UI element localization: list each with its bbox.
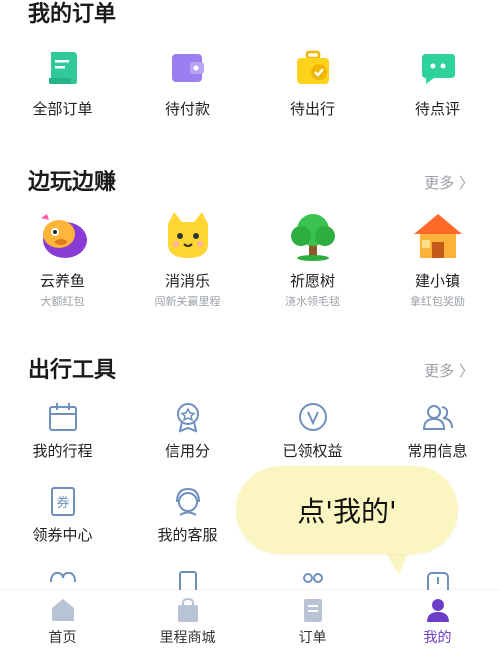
order-item-unpaid[interactable]: 待付款 — [125, 44, 250, 119]
earn-item-tree[interactable]: 祈愿树 浇水领毛毯 — [250, 208, 375, 309]
earn-item-sub: 大额红包 — [40, 295, 85, 308]
order-item-review[interactable]: 待点评 — [375, 44, 500, 119]
earn-item-sub: 浇水领毛毯 — [285, 295, 340, 308]
tab-mine[interactable]: 我的 — [375, 590, 500, 652]
document-icon — [39, 44, 87, 92]
earn-section-title: 边玩边赚 — [28, 170, 117, 195]
earn-item-label: 祈愿树 — [289, 272, 335, 290]
tab-label: 我的 — [423, 630, 452, 646]
fish-icon — [35, 208, 91, 264]
earn-item-label: 云养鱼 — [39, 272, 85, 290]
tool-item-itinerary[interactable]: 我的行程 — [0, 400, 125, 461]
earn-more-link[interactable]: 更多 〉 — [424, 172, 474, 193]
chat-bubble-icon — [414, 44, 462, 92]
shopping-bag-icon — [177, 597, 198, 622]
tab-mall[interactable]: 里程商城 — [125, 590, 250, 652]
svg-text:券: 券 — [56, 495, 69, 511]
tools-grid-row1: 我的行程 信用分 已领权益 常用信息 — [0, 400, 500, 461]
order-list-icon — [303, 599, 322, 622]
tab-home[interactable]: 首页 — [0, 590, 125, 652]
coupon-icon: 券 — [50, 487, 75, 516]
order-item-label: 待出行 — [289, 100, 335, 118]
headset-icon — [175, 487, 200, 516]
tool-item-service[interactable]: 我的客服 — [125, 484, 250, 545]
order-item-upcoming[interactable]: 待出行 — [250, 44, 375, 119]
earn-grid: 云养鱼 大额红包 消消乐 闯新关赢里程 祈愿树 浇水领毛毯 建小镇 拿红包奖励 — [0, 208, 500, 309]
medal-icon — [176, 403, 199, 433]
tool-item-label: 领券中心 — [32, 526, 93, 544]
earn-item-label: 建小镇 — [414, 272, 460, 290]
order-item-all[interactable]: 全部订单 — [0, 44, 125, 119]
suitcase-check-icon — [289, 44, 337, 92]
tooltip-bubble: 点'我的' — [236, 466, 458, 554]
user-icon — [426, 599, 449, 622]
v-badge-icon — [298, 403, 327, 431]
order-item-label: 全部订单 — [32, 100, 93, 118]
order-item-label: 待点评 — [414, 100, 460, 118]
calendar-icon — [48, 403, 77, 431]
earn-item-sub: 闯新关赢里程 — [154, 295, 221, 308]
contacts-icon — [422, 405, 453, 430]
tool-item-credit[interactable]: 信用分 — [125, 400, 250, 461]
tree-icon — [285, 208, 341, 264]
tool-item-coupon[interactable]: 券 领券中心 — [0, 484, 125, 545]
orders-grid: 全部订单 待付款 待出行 待点评 — [0, 44, 500, 119]
earn-item-label: 消消乐 — [164, 272, 210, 290]
house-icon — [410, 208, 466, 264]
earn-item-match[interactable]: 消消乐 闯新关赢里程 — [125, 208, 250, 309]
tool-item-label: 我的行程 — [32, 442, 93, 460]
earn-item-fish[interactable]: 云养鱼 大额红包 — [0, 208, 125, 309]
orders-section-title: 我的订单 — [28, 2, 117, 27]
tab-label: 首页 — [48, 630, 77, 646]
wallet-icon — [164, 44, 212, 92]
tab-label: 里程商城 — [159, 630, 216, 646]
tool-item-label: 我的客服 — [157, 526, 218, 544]
earn-item-town[interactable]: 建小镇 拿红包奖励 — [375, 208, 500, 309]
tools-section-title: 出行工具 — [28, 358, 117, 383]
home-icon — [51, 599, 74, 621]
tool-item-label: 已领权益 — [282, 442, 343, 460]
order-item-label: 待付款 — [164, 100, 210, 118]
tools-more-link[interactable]: 更多 〉 — [424, 360, 474, 381]
tab-orders[interactable]: 订单 — [250, 590, 375, 652]
tool-item-benefits[interactable]: 已领权益 — [250, 400, 375, 461]
earn-item-sub: 拿红包奖励 — [410, 295, 465, 308]
bottom-tab-bar: 首页 里程商城 订单 我的 — [0, 590, 500, 652]
tool-item-contacts[interactable]: 常用信息 — [375, 400, 500, 461]
tool-item-label: 信用分 — [164, 442, 210, 460]
tab-label: 订单 — [298, 630, 327, 646]
cat-icon — [160, 208, 216, 264]
tool-item-label: 常用信息 — [407, 442, 468, 460]
